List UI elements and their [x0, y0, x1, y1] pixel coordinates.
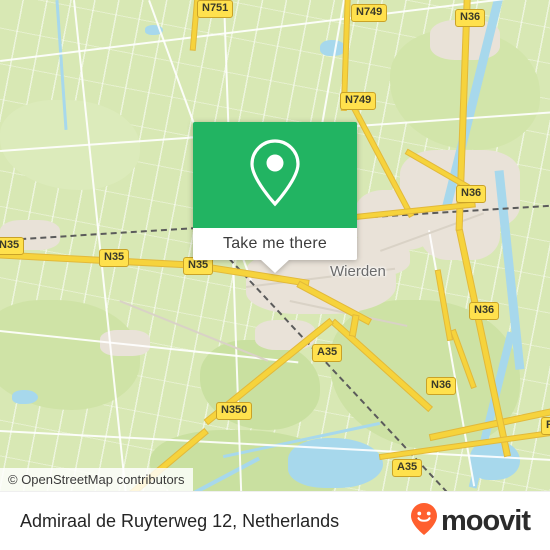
pond: [470, 440, 520, 480]
take-me-there-button[interactable]: Take me there: [193, 228, 357, 260]
shield-n350[interactable]: N350: [216, 402, 253, 420]
attribution-text: © OpenStreetMap contributors: [8, 472, 185, 487]
shield-n36[interactable]: N36: [455, 9, 486, 27]
shield-n35[interactable]: N35: [0, 237, 25, 255]
shield-n36[interactable]: N36: [456, 185, 487, 203]
map-screen: Wierden N751 N749 N749 N36 N36 N35 N35 N…: [0, 0, 550, 550]
moovit-logo[interactable]: moovit: [409, 502, 531, 541]
shield-n36[interactable]: N36: [426, 377, 457, 395]
popup-tail: [260, 259, 290, 273]
popup-icon-area: [193, 122, 357, 228]
shield-n749[interactable]: N749: [340, 92, 377, 110]
map-pin-icon: [246, 136, 304, 215]
shield-n35[interactable]: N35: [99, 249, 130, 267]
pond: [12, 390, 38, 404]
location-popup[interactable]: Take me there: [193, 122, 357, 273]
shield-n36[interactable]: N36: [469, 302, 500, 320]
footer-bar: Admiraal de Ruyterweg 12, Netherlands mo…: [0, 491, 550, 550]
address-label: Admiraal de Ruyterweg 12, Netherlands: [20, 511, 340, 531]
moovit-wordmark: moovit: [440, 505, 531, 537]
shield-a35[interactable]: A35: [312, 344, 343, 362]
shield-a35[interactable]: A35: [392, 459, 423, 477]
moovit-pin-smile-icon: [409, 502, 439, 541]
place-label-wierden: Wierden: [330, 263, 386, 280]
shield-n751[interactable]: N751: [197, 0, 234, 18]
shield-r[interactable]: R: [541, 417, 550, 435]
map-canvas[interactable]: Wierden N751 N749 N749 N36 N36 N35 N35 N…: [0, 0, 550, 491]
shield-n749[interactable]: N749: [351, 4, 388, 22]
osm-attribution[interactable]: © OpenStreetMap contributors: [0, 468, 193, 491]
built-up-area: [255, 320, 315, 350]
